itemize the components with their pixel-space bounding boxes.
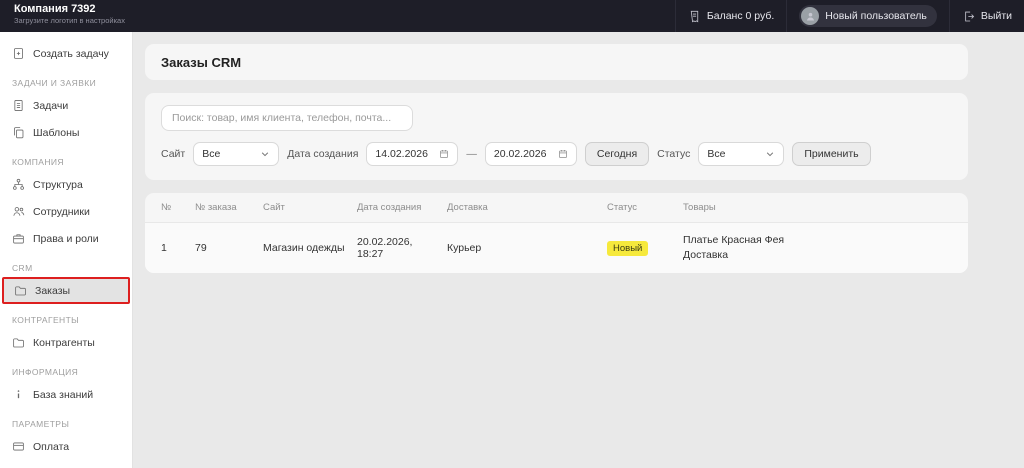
folder-icon xyxy=(12,336,25,349)
sidebar-item-orders[interactable]: Заказы xyxy=(2,277,130,304)
company-subtitle: Загрузите логотип в настройках xyxy=(14,16,125,25)
sidebar-item-rights-roles[interactable]: Права и роли xyxy=(0,225,132,252)
site-select-value: Все xyxy=(202,148,220,160)
exit-icon xyxy=(962,10,975,23)
cell-order-num: 79 xyxy=(195,242,255,254)
topbar: Компания 7392 Загрузите логотип в настро… xyxy=(0,0,1024,32)
balance-label: Баланс 0 руб. xyxy=(707,10,774,22)
topbar-right: Баланс 0 руб. Новый пользователь Выйти xyxy=(675,0,1024,32)
sidebar-item-label: Структура xyxy=(33,179,83,191)
status-select[interactable]: Все xyxy=(698,142,784,166)
users-icon xyxy=(12,205,25,218)
balance-button[interactable]: Баланс 0 руб. xyxy=(675,0,786,32)
sidebar-item-tasks[interactable]: Задачи xyxy=(0,92,132,119)
title-card: Заказы CRM xyxy=(145,44,968,80)
cell-site: Магазин одежды xyxy=(263,242,349,254)
sidebar-item-label: Оплата xyxy=(33,441,69,453)
col-header-created: Дата создания xyxy=(357,202,439,213)
sidebar-item-label: Заказы xyxy=(35,285,70,297)
folder-icon xyxy=(14,284,27,297)
status-filter-label: Статус xyxy=(657,148,690,160)
main-content: Заказы CRM Сайт Все Дата создания 14.02.… xyxy=(133,32,1024,468)
table-row[interactable]: 1 79 Магазин одежды 20.02.2026, 18:27 Ку… xyxy=(145,222,968,273)
sidebar-section-crm: CRM xyxy=(0,252,132,277)
cell-created: 20.02.2026, 18:27 xyxy=(357,236,439,260)
copy-icon xyxy=(12,126,25,139)
sidebar-item-structure[interactable]: Структура xyxy=(0,171,132,198)
chevron-down-icon xyxy=(765,149,775,159)
col-header-site: Сайт xyxy=(263,202,349,213)
info-icon xyxy=(12,388,25,401)
status-select-value: Все xyxy=(707,148,725,160)
sidebar-section-company: КОМПАНИЯ xyxy=(0,146,132,171)
card-icon xyxy=(12,440,25,453)
date-range-dash: — xyxy=(466,148,477,160)
page-title: Заказы CRM xyxy=(161,55,241,70)
receipt-icon xyxy=(688,10,701,23)
clipboard-plus-icon xyxy=(12,47,25,60)
sidebar-section-information: ИНФОРМАЦИЯ xyxy=(0,356,132,381)
date-to-input[interactable]: 20.02.2026 xyxy=(485,142,577,166)
sidebar-item-employees[interactable]: Сотрудники xyxy=(0,198,132,225)
orders-table: № № заказа Сайт Дата создания Доставка С… xyxy=(145,193,968,273)
sidebar-item-knowledge-base[interactable]: База знаний xyxy=(0,381,132,408)
sidebar-item-label: Шаблоны xyxy=(33,127,79,139)
today-button[interactable]: Сегодня xyxy=(585,142,649,166)
hierarchy-icon xyxy=(12,178,25,191)
product-line: Доставка xyxy=(683,248,952,263)
logout-button[interactable]: Выйти xyxy=(949,0,1024,32)
status-badge: Новый xyxy=(607,241,648,256)
document-icon xyxy=(12,99,25,112)
product-line: Платье Красная Фея xyxy=(683,233,952,248)
date-filter-label: Дата создания xyxy=(287,148,358,160)
cell-delivery: Курьер xyxy=(447,242,599,254)
sidebar-item-label: Контрагенты xyxy=(33,337,95,349)
sidebar-item-settings[interactable]: Настройки xyxy=(0,460,132,468)
col-header-status: Статус xyxy=(607,202,675,213)
col-header-num: № xyxy=(161,202,187,213)
sidebar-section-contractors: КОНТРАГЕНТЫ xyxy=(0,304,132,329)
date-to-value: 20.02.2026 xyxy=(494,148,547,160)
date-from-input[interactable]: 14.02.2026 xyxy=(366,142,458,166)
user-pill: Новый пользователь xyxy=(799,5,937,27)
company-name: Компания 7392 xyxy=(14,3,125,16)
apply-button[interactable]: Применить xyxy=(792,142,870,166)
col-header-delivery: Доставка xyxy=(447,202,599,213)
sidebar-item-label: Права и роли xyxy=(33,233,99,245)
sidebar-item-label: Создать задачу xyxy=(33,48,109,60)
sidebar: Создать задачу ЗАДАЧИ И ЗАЯВКИ Задачи Ша… xyxy=(0,32,133,468)
sidebar-item-create-task[interactable]: Создать задачу xyxy=(0,40,132,67)
cell-status: Новый xyxy=(607,241,675,256)
calendar-icon xyxy=(558,149,568,159)
table-header-row: № № заказа Сайт Дата создания Доставка С… xyxy=(145,193,968,222)
user-avatar xyxy=(801,7,819,25)
calendar-icon xyxy=(439,149,449,159)
chevron-down-icon xyxy=(260,149,270,159)
cell-num: 1 xyxy=(161,242,187,254)
filter-row: Сайт Все Дата создания 14.02.2026 — 20.0… xyxy=(161,142,952,166)
date-from-value: 14.02.2026 xyxy=(375,148,428,160)
briefcase-icon xyxy=(12,232,25,245)
sidebar-section-parameters: ПАРАМЕТРЫ xyxy=(0,408,132,433)
sidebar-item-templates[interactable]: Шаблоны xyxy=(0,119,132,146)
user-menu[interactable]: Новый пользователь xyxy=(786,0,949,32)
sidebar-item-label: База знаний xyxy=(33,389,93,401)
col-header-order-num: № заказа xyxy=(195,202,255,213)
search-input[interactable] xyxy=(161,105,413,131)
user-name: Новый пользователь xyxy=(825,10,927,22)
company-block: Компания 7392 Загрузите логотип в настро… xyxy=(0,0,125,32)
sidebar-section-tasks: ЗАДАЧИ И ЗАЯВКИ xyxy=(0,67,132,92)
sidebar-item-label: Задачи xyxy=(33,100,68,112)
cell-products: Платье Красная Фея Доставка xyxy=(683,233,952,263)
filter-card: Сайт Все Дата создания 14.02.2026 — 20.0… xyxy=(145,93,968,180)
sidebar-item-contractors[interactable]: Контрагенты xyxy=(0,329,132,356)
sidebar-item-payment[interactable]: Оплата xyxy=(0,433,132,460)
person-icon xyxy=(805,11,816,22)
logout-label: Выйти xyxy=(981,10,1012,22)
site-filter-label: Сайт xyxy=(161,148,185,160)
sidebar-item-label: Сотрудники xyxy=(33,206,90,218)
site-select[interactable]: Все xyxy=(193,142,279,166)
col-header-products: Товары xyxy=(683,202,952,213)
